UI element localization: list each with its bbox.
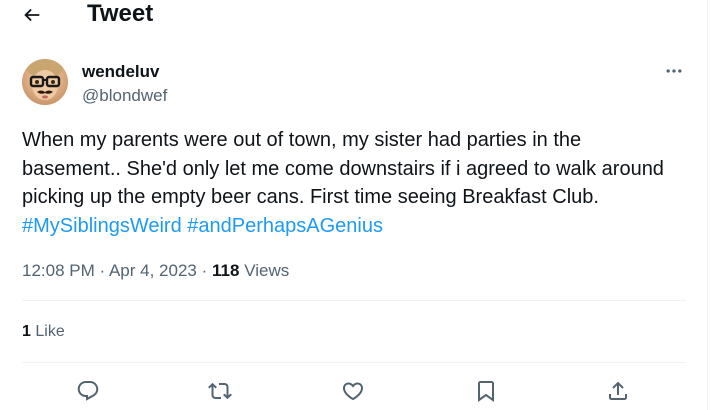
tweet-actions-bar — [0, 372, 708, 408]
hashtag-link[interactable]: #andPerhapsAGenius — [187, 215, 383, 237]
ellipsis-icon — [666, 69, 682, 73]
tweet-meta: 12:08 PM · Apr 4, 2023 · 118 Views — [22, 259, 289, 283]
share-icon — [609, 381, 627, 400]
tweet-text-line: basement.. She'd only let me come downst… — [22, 157, 664, 180]
avatar-image — [27, 59, 63, 100]
retweet-icon — [208, 382, 232, 400]
meta-separator: · — [201, 261, 208, 280]
divider — [22, 362, 686, 363]
share-button[interactable] — [603, 376, 633, 406]
views-label: Views — [244, 261, 290, 280]
column-border — [707, 0, 708, 410]
tweet-author-row: wendeluv @blondwef — [22, 59, 688, 109]
page-title: Tweet — [87, 0, 154, 27]
likes-label: Like — [35, 323, 65, 340]
page-header: Tweet — [0, 0, 708, 40]
meta-separator: · — [99, 261, 106, 280]
tweet-text: When my parents were out of town, my sis… — [22, 126, 692, 240]
retweet-button[interactable] — [205, 376, 235, 406]
bookmark-icon — [478, 381, 494, 402]
reply-icon — [77, 381, 99, 401]
reply-button[interactable] — [73, 376, 103, 406]
hashtag-link[interactable]: #MySiblingsWeird — [22, 215, 182, 237]
back-button[interactable] — [18, 2, 46, 28]
tweet-text-line: When my parents were out of town, my sis… — [22, 129, 582, 151]
heart-icon — [342, 382, 364, 401]
more-options-button[interactable] — [660, 61, 688, 81]
avatar[interactable] — [22, 59, 68, 105]
likes-summary[interactable]: 1 Like — [22, 321, 65, 343]
tweet-detail-page: Tweet wendeluv @blondwef When my parents… — [0, 0, 708, 410]
hashtag-line: #MySiblingsWeird #andPerhapsAGenius — [22, 212, 692, 241]
arrow-left-icon — [24, 8, 40, 22]
divider — [22, 300, 686, 301]
bookmark-button[interactable] — [471, 376, 501, 406]
author-display-name[interactable]: wendeluv — [82, 61, 159, 82]
tweet-time[interactable]: 12:08 PM — [22, 261, 95, 280]
like-button[interactable] — [338, 376, 368, 406]
tweet-date[interactable]: Apr 4, 2023 — [109, 261, 197, 280]
tweet-text-line: picking up the empty beer cans. First ti… — [22, 186, 599, 208]
likes-count: 1 — [22, 323, 31, 340]
views-count: 118 — [212, 261, 240, 280]
author-handle[interactable]: @blondwef — [82, 85, 167, 106]
